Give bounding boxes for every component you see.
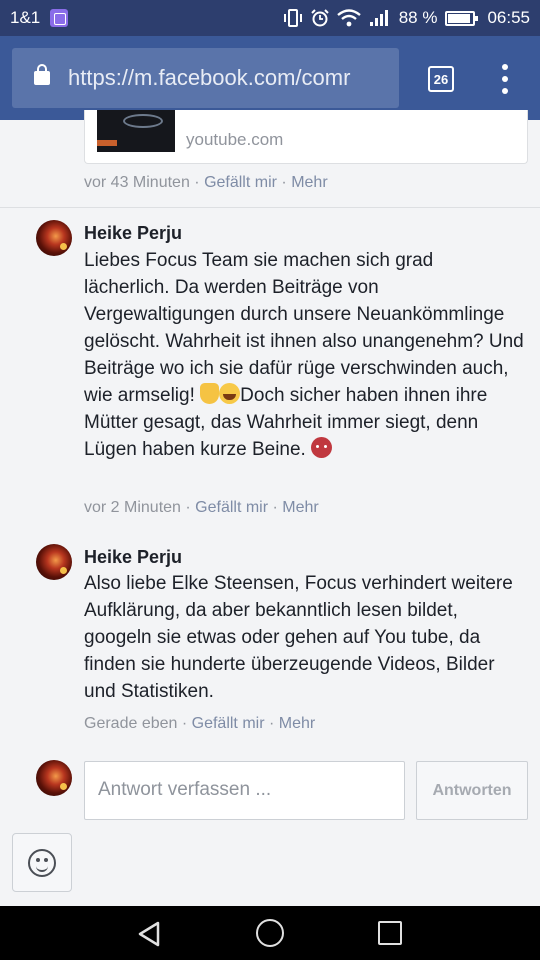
vibrate-icon bbox=[283, 9, 302, 27]
lock-icon bbox=[34, 64, 50, 85]
tabs-button[interactable]: 26 bbox=[428, 66, 454, 92]
back-icon[interactable] bbox=[136, 920, 164, 948]
battery-icon bbox=[445, 10, 479, 26]
link-domain: youtube.com bbox=[186, 130, 284, 149]
divider bbox=[0, 207, 540, 208]
comment-timestamp[interactable]: vor 2 Minuten bbox=[84, 499, 181, 516]
address-bar[interactable]: https://m.facebook.com/comr bbox=[12, 48, 399, 108]
laughing-tears-emoji bbox=[219, 383, 241, 404]
wifi-icon bbox=[336, 9, 361, 27]
home-icon[interactable] bbox=[256, 919, 284, 947]
more-link[interactable]: Mehr bbox=[291, 174, 327, 191]
recent-apps-icon[interactable] bbox=[378, 921, 402, 945]
url-text[interactable]: https://m.facebook.com/comr bbox=[68, 65, 350, 91]
reply-button[interactable]: Antworten bbox=[416, 761, 528, 820]
carrier-label: 1&1 bbox=[10, 8, 41, 27]
image-notification-icon bbox=[50, 9, 69, 27]
battery-percent: 88 % bbox=[398, 8, 438, 27]
alarm-icon bbox=[310, 9, 329, 27]
comment-text: Also liebe Elke Steensen, Focus verhinde… bbox=[84, 573, 513, 702]
thumbs-down-emoji bbox=[200, 383, 220, 404]
link-preview-card[interactable]: youtube.com bbox=[84, 110, 528, 164]
avatar[interactable] bbox=[36, 544, 72, 580]
comment-timestamp[interactable]: Gerade eben bbox=[84, 715, 177, 732]
comment-author[interactable]: Heike Perju bbox=[84, 223, 182, 244]
reply-input[interactable]: Antwort verfassen ... bbox=[84, 761, 405, 820]
more-link[interactable]: Mehr bbox=[282, 499, 318, 516]
signal-icon bbox=[369, 10, 388, 26]
comment-meta: Gerade eben · Gefällt mir · Mehr bbox=[84, 715, 316, 732]
devil-emoji bbox=[311, 437, 333, 458]
comment-text: Liebes Focus Team sie machen sich grad l… bbox=[84, 250, 524, 460]
comment-meta: vor 2 Minuten · Gefällt mir · Mehr bbox=[84, 499, 319, 516]
post-timestamp[interactable]: vor 43 Minuten bbox=[84, 174, 190, 191]
browser-toolbar: https://m.facebook.com/comr 26 bbox=[0, 36, 540, 120]
clock: 06:55 bbox=[487, 8, 530, 27]
video-thumbnail[interactable] bbox=[97, 110, 175, 152]
post-meta: vor 43 Minuten · Gefällt mir · Mehr bbox=[84, 174, 328, 191]
more-link[interactable]: Mehr bbox=[279, 715, 315, 732]
overflow-menu-icon[interactable] bbox=[500, 64, 510, 94]
smiley-icon bbox=[28, 848, 56, 877]
emoji-button[interactable] bbox=[12, 833, 72, 892]
like-link[interactable]: Gefällt mir bbox=[192, 715, 265, 732]
like-link[interactable]: Gefällt mir bbox=[195, 499, 268, 516]
like-link[interactable]: Gefällt mir bbox=[204, 174, 277, 191]
avatar bbox=[36, 760, 72, 796]
comment-author[interactable]: Heike Perju bbox=[84, 547, 182, 568]
tab-count: 26 bbox=[433, 71, 449, 87]
avatar[interactable] bbox=[36, 220, 72, 256]
navigation-bar bbox=[0, 906, 540, 960]
status-bar: 1&1 88 % 06:55 bbox=[0, 0, 540, 36]
